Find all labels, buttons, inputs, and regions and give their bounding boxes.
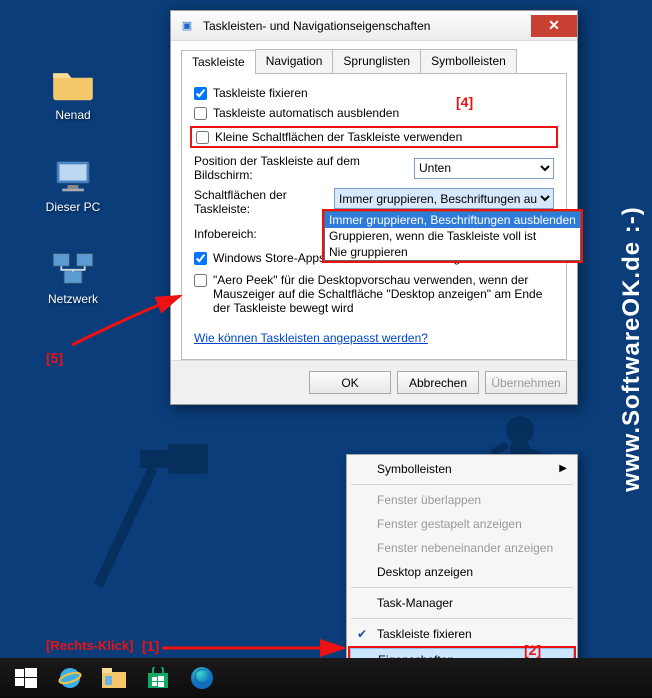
site-watermark: www.SoftwareOK.de :-) <box>618 206 646 491</box>
tab-strip: Taskleiste Navigation Sprunglisten Symbo… <box>181 49 567 74</box>
ie-icon <box>57 665 83 691</box>
label-position: Position der Taskleiste auf dem Bildschi… <box>194 154 414 182</box>
label-buttons: Schaltflächen der Taskleiste: <box>194 188 334 216</box>
dialog-title: Taskleisten- und Navigationseigenschafte… <box>197 19 531 33</box>
taskbar-explorer[interactable] <box>92 658 136 698</box>
start-button[interactable] <box>4 658 48 698</box>
highlight-box-3: Immer gruppieren, Beschriftungen ausblen… <box>322 209 583 263</box>
menu-item-label: Symbolleisten <box>377 462 452 476</box>
submenu-arrow-icon: ▶ <box>559 463 567 474</box>
menu-item-label: Taskleiste fixieren <box>377 627 472 641</box>
desktop-icon-label: Netzwerk <box>38 292 108 306</box>
taskbar-ie[interactable] <box>48 658 92 698</box>
decor-hammer <box>70 440 250 620</box>
desktop-icon-folder[interactable]: Nenad <box>38 64 108 122</box>
menu-separator <box>351 484 573 485</box>
menu-item-label: Fenster nebeneinander anzeigen <box>377 541 553 555</box>
taskbar-context-menu: Symbolleisten ▶ Fenster überlappen Fenste… <box>346 454 578 677</box>
taskbar-properties-dialog: ▣ Taskleisten- und Navigationseigenschaf… <box>170 10 578 405</box>
apply-button[interactable]: Übernehmen <box>485 371 567 394</box>
pc-icon <box>49 156 97 196</box>
row-position: Position der Taskleiste auf dem Bildschi… <box>194 154 554 182</box>
tab-navigation[interactable]: Navigation <box>255 49 334 73</box>
ok-button[interactable]: OK <box>309 371 391 394</box>
dropdown-option[interactable]: Gruppieren, wenn die Taskleiste voll ist <box>325 228 580 244</box>
menu-item-label: Task-Manager <box>377 596 453 610</box>
taskbar-store[interactable] <box>136 658 180 698</box>
label-notify: Infobereich: <box>194 227 334 241</box>
tab-symbolleisten[interactable]: Symbolleisten <box>420 49 517 73</box>
checkbox-fix[interactable]: Taskleiste fixieren <box>194 86 554 100</box>
file-explorer-icon <box>101 667 127 689</box>
select-position[interactable]: Unten <box>414 158 554 179</box>
checkbox-autohide[interactable]: Taskleiste automatisch ausblenden <box>194 106 554 120</box>
menu-item-label: Fenster überlappen <box>377 493 481 507</box>
checkbox-label: Taskleiste automatisch ausblenden <box>213 106 399 120</box>
desktop-icon-pc[interactable]: Dieser PC <box>38 156 108 214</box>
dialog-button-bar: OK Abbrechen Übernehmen <box>171 360 577 404</box>
checkbox-label: Taskleiste fixieren <box>213 86 308 100</box>
checkbox-autohide-input[interactable] <box>194 107 207 120</box>
titlebar[interactable]: ▣ Taskleisten- und Navigationseigenschaf… <box>171 11 577 41</box>
annotation-4: [4] <box>456 94 473 110</box>
checkbox-small-buttons[interactable]: Kleine Schaltflächen der Taskleiste verw… <box>196 130 552 144</box>
app-icon: ▣ <box>177 19 197 32</box>
taskbar-edge[interactable] <box>180 658 224 698</box>
checkbox-store-input[interactable] <box>194 252 207 265</box>
help-link[interactable]: Wie können Taskleisten angepasst werden? <box>194 331 428 345</box>
menu-item-task-manager[interactable]: Task-Manager <box>349 591 575 615</box>
store-icon <box>146 667 170 689</box>
desktop-icon-label: Dieser PC <box>38 200 108 214</box>
checkbox-aero-peek[interactable]: "Aero Peek" für die Desktopvorschau verw… <box>194 273 554 315</box>
close-button[interactable]: ✕ <box>531 15 577 37</box>
desktop-icon-label: Nenad <box>38 108 108 122</box>
checkbox-label: Kleine Schaltflächen der Taskleiste verw… <box>215 130 462 144</box>
check-icon: ✔ <box>357 627 367 641</box>
cancel-button[interactable]: Abbrechen <box>397 371 479 394</box>
menu-separator <box>351 618 573 619</box>
checkbox-peek-input[interactable] <box>194 274 207 287</box>
dropdown-option[interactable]: Immer gruppieren, Beschriftungen ausblen… <box>325 212 580 228</box>
taskbar[interactable] <box>0 658 652 698</box>
menu-separator <box>351 587 573 588</box>
menu-item-toolbars[interactable]: Symbolleisten ▶ <box>349 457 575 481</box>
annotation-2: [2] <box>524 642 541 658</box>
edge-icon <box>189 665 215 691</box>
menu-item-label: Desktop anzeigen <box>377 565 473 579</box>
checkbox-fix-input[interactable] <box>194 87 207 100</box>
network-icon <box>49 248 97 288</box>
dropdown-list: Immer gruppieren, Beschriftungen ausblen… <box>324 211 581 261</box>
highlight-box-4: Kleine Schaltflächen der Taskleiste verw… <box>190 126 558 148</box>
menu-item-stack: Fenster gestapelt anzeigen <box>349 512 575 536</box>
menu-item-sidebyside: Fenster nebeneinander anzeigen <box>349 536 575 560</box>
menu-item-label: Fenster gestapelt anzeigen <box>377 517 522 531</box>
menu-item-cascade: Fenster überlappen <box>349 488 575 512</box>
annotation-5: [5] <box>46 350 63 366</box>
menu-item-show-desktop[interactable]: Desktop anzeigen <box>349 560 575 584</box>
folder-icon <box>49 64 97 104</box>
annotation-rechts-klick: [Rechts-Klick] <box>46 638 133 653</box>
dropdown-option[interactable]: Nie gruppieren <box>325 244 580 260</box>
select-taskbar-buttons[interactable]: Immer gruppieren, Beschriftungen ausblen… <box>334 188 554 209</box>
windows-logo-icon <box>15 667 37 689</box>
annotation-1: [1] <box>142 638 159 654</box>
desktop-icon-network[interactable]: Netzwerk <box>38 248 108 306</box>
checkbox-small-input[interactable] <box>196 131 209 144</box>
tab-taskleiste[interactable]: Taskleiste <box>181 50 256 74</box>
tab-sprunglisten[interactable]: Sprunglisten <box>332 49 421 73</box>
checkbox-label: "Aero Peek" für die Desktopvorschau verw… <box>213 273 554 315</box>
